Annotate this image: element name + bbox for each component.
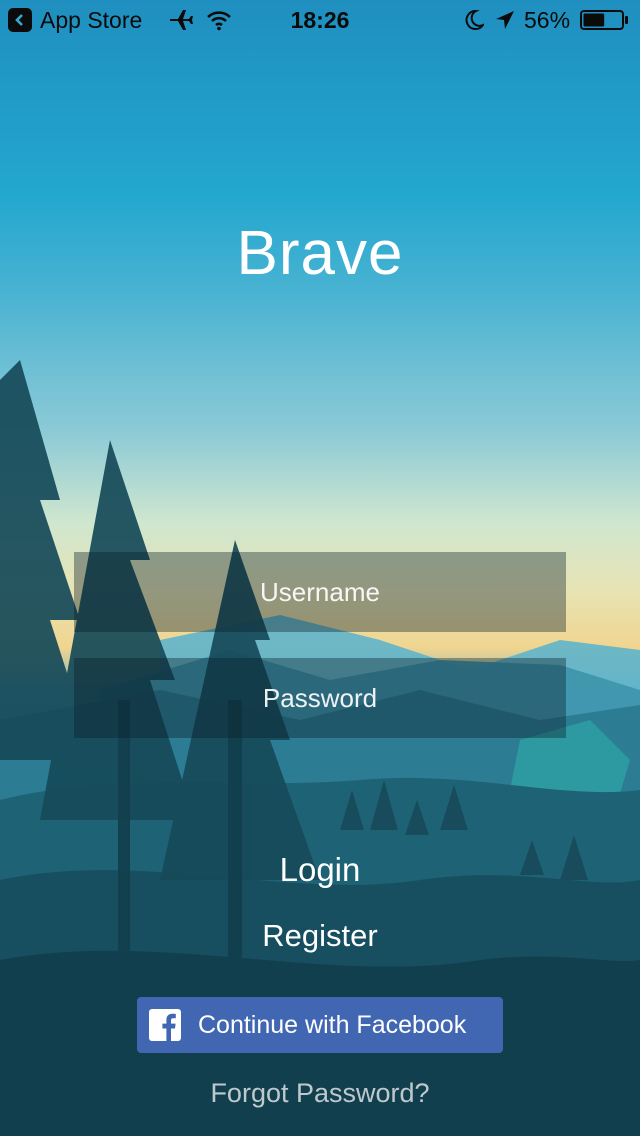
battery-percentage: 56% — [524, 6, 571, 33]
battery-icon — [580, 10, 630, 30]
facebook-logo-icon — [149, 1009, 181, 1041]
location-arrow-icon — [494, 9, 516, 31]
moon-icon — [464, 9, 484, 31]
register-button[interactable]: Register — [0, 918, 640, 954]
status-bar: App Store 18:26 56% — [0, 0, 640, 40]
password-input[interactable] — [74, 658, 566, 738]
forgot-password-link[interactable]: Forgot Password? — [0, 1078, 640, 1109]
app-title: Brave — [236, 219, 404, 288]
facebook-button-label: Continue with Facebook — [198, 1011, 467, 1039]
login-button[interactable]: Login — [0, 851, 640, 889]
login-screen: App Store 18:26 56% Brave Username Login… — [0, 0, 640, 1136]
continue-with-facebook-button[interactable]: Continue with Facebook — [137, 997, 503, 1053]
username-input[interactable] — [74, 552, 566, 632]
